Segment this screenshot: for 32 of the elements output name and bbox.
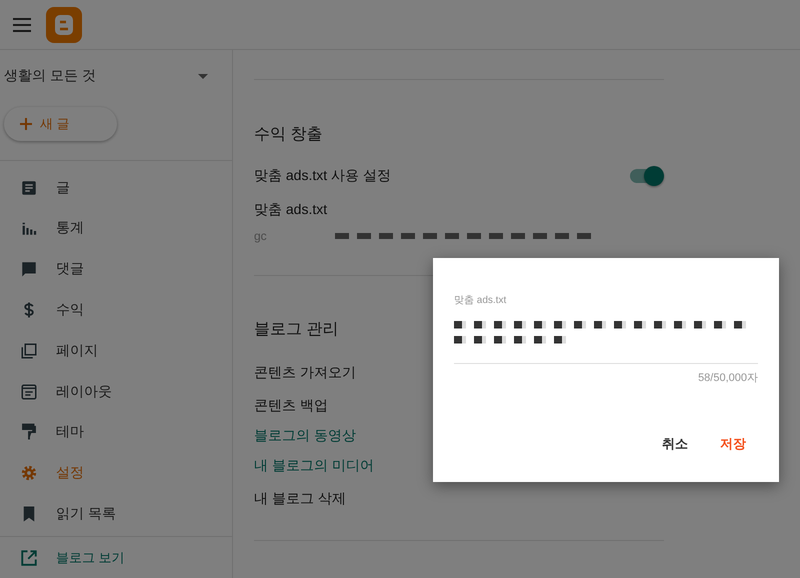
character-counter: 58/50,000자 [698,371,758,385]
nav-item[interactable]: 읽기 목록 [0,493,232,534]
section-heading: 수익 창출 [254,125,324,145]
settings-icon [20,464,38,482]
nav-item[interactable]: 댓글 [0,248,232,290]
section-heading: 블로그 관리 [254,320,340,340]
save-button[interactable]: 저장 [708,429,758,459]
paint-roller-icon [20,423,38,442]
setting-label[interactable]: 내 블로그 삭제 [254,490,664,508]
comment-icon [20,260,38,278]
cancel-button[interactable]: 취소 [650,429,700,459]
nav-item[interactable]: 글 [0,167,232,208]
plus-icon [20,118,32,130]
nav-item[interactable]: 레이아웃 [0,371,232,412]
nav-item[interactable]: 테마 [0,412,232,453]
pages-icon [20,342,38,360]
ads-txt-field[interactable]: 맞춤 ads.txt [454,293,758,364]
nav-item[interactable]: 페이지 [0,330,232,372]
document-icon [20,178,38,197]
menu-icon[interactable] [12,16,32,32]
logo-icon[interactable] [46,6,82,42]
view-blog-link[interactable]: 블로그 보기 [0,537,232,578]
nav-item[interactable]: 수익 [0,290,232,330]
setting-label: 맞춤 ads.txt 사용 설정 [254,167,391,185]
new-post-button[interactable]: 새 글 [4,107,117,142]
setting-label: 맞춤 ads.txt [254,201,328,219]
nav-item[interactable]: 설정 [0,452,232,494]
nav-item[interactable]: 통계 [0,208,232,249]
external-link-icon [20,548,38,567]
blog-name[interactable]: 생활의 모든 것 [4,67,96,85]
layout-icon [20,382,38,400]
dropdown-caret-icon[interactable] [198,74,208,78]
